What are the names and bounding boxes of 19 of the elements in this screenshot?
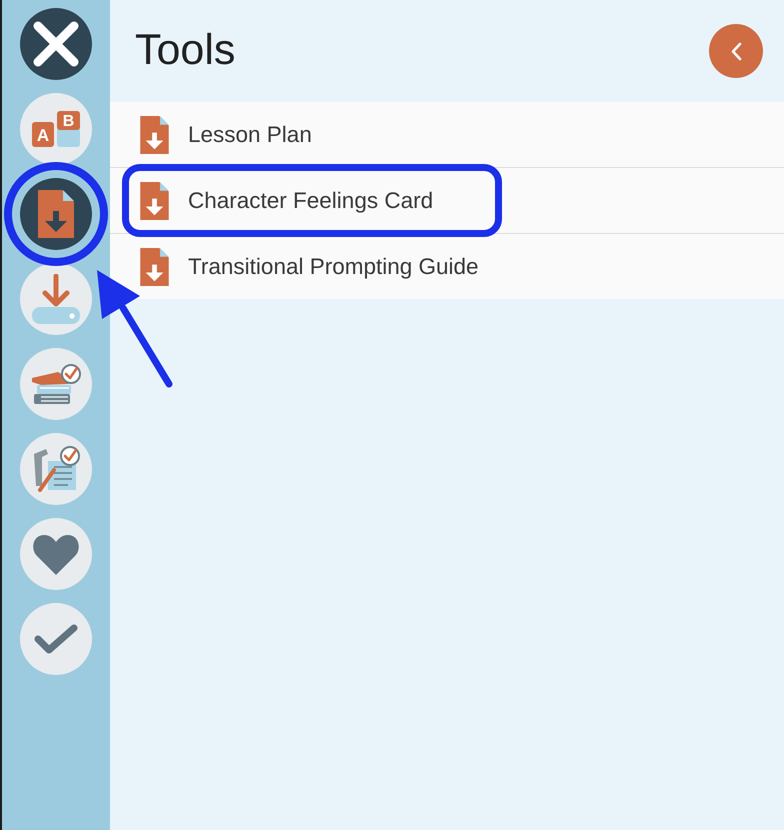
close-icon bbox=[33, 21, 79, 67]
document-download-icon bbox=[140, 182, 169, 220]
sidebar-button[interactable]: A B bbox=[20, 93, 92, 165]
checkmark-icon bbox=[34, 624, 78, 654]
back-button[interactable] bbox=[709, 24, 763, 78]
document-download-icon bbox=[140, 248, 169, 286]
tile-letter: A bbox=[36, 126, 50, 145]
books-check-icon bbox=[31, 363, 81, 405]
chevron-left-icon bbox=[730, 42, 742, 60]
document-row[interactable]: Lesson Plan bbox=[110, 102, 784, 167]
document-download-icon bbox=[140, 116, 169, 154]
heart-icon bbox=[32, 534, 80, 574]
checklist-pencil-icon bbox=[32, 446, 80, 492]
tile-letter: B bbox=[62, 113, 74, 130]
download-tray-icon bbox=[32, 274, 80, 324]
document-row[interactable]: Transitional Prompting Guide bbox=[110, 233, 784, 299]
page-title: Tools bbox=[135, 27, 236, 75]
sidebar-button[interactable] bbox=[20, 178, 92, 250]
document-download-icon bbox=[38, 190, 74, 238]
